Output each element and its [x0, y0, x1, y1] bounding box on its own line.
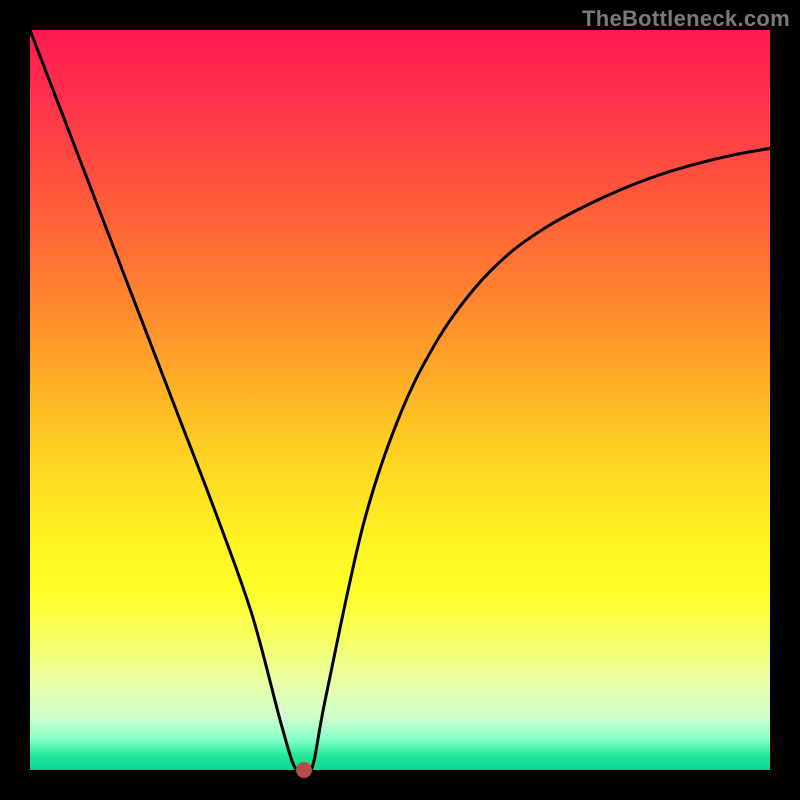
watermark-text: TheBottleneck.com: [582, 6, 790, 32]
chart-frame: TheBottleneck.com: [0, 0, 800, 800]
plot-area: [30, 30, 770, 770]
minimum-marker-dot: [296, 762, 312, 778]
bottleneck-curve: [30, 30, 770, 770]
